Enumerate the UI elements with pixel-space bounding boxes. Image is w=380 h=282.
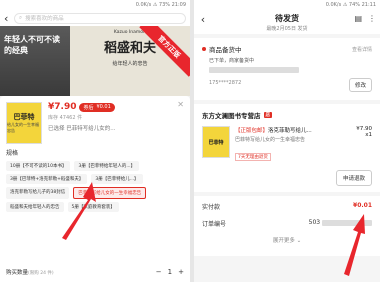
- search-placeholder: 搜索喜欢的商品: [25, 16, 64, 22]
- clipboard-icon[interactable]: ▤: [354, 14, 362, 23]
- pay-value: ¥0.01: [353, 202, 372, 209]
- item-sub: 巴菲特写给儿女的一生幸福忠告: [235, 137, 306, 143]
- quantity-stepper: − 1 +: [156, 268, 184, 276]
- right-screen: 0.0K/s ⚠ 74% 21:11 ‹ 待发货 最晚2月05日 发货 ▤ ⋮ …: [194, 0, 380, 282]
- qty-label: 购买数量: [6, 270, 29, 276]
- status-bar: 0.0K/s ⚠ 73% 21:09: [0, 0, 190, 10]
- order-subtitle: 最晚2月05日 发货: [266, 26, 308, 32]
- left-screen: 0.0K/s ⚠ 73% 21:09 ‹ ⌕ 搜索喜欢的商品 年轻人不可不读的经…: [0, 0, 190, 282]
- back-icon[interactable]: ‹: [198, 13, 208, 26]
- status-card: 商品备货中 查看详情 已下单，商家备货中 175****2872 修改: [194, 38, 380, 100]
- back-icon[interactable]: ‹: [4, 12, 14, 25]
- spec-option[interactable]: 洛克菲勒写给儿子的38封信: [6, 187, 70, 199]
- order-item[interactable]: 巴菲特 【正版包邮】洛克菲勒写给儿... 巴菲特写给儿女的一生幸福忠告 7天无理…: [202, 126, 372, 162]
- address-blurred: [202, 67, 372, 74]
- thumb-title: 巴菲特: [13, 113, 35, 121]
- spec-option[interactable]: 稻盛和夫给年轻人的忠告: [6, 202, 64, 212]
- store-tag: 店: [263, 112, 272, 118]
- badge-value: ¥0.01: [96, 104, 111, 110]
- item-thumb: 巴菲特: [202, 126, 230, 158]
- minus-button[interactable]: −: [156, 268, 162, 276]
- banner-left-text: 年轻人不可不读的经典: [0, 26, 70, 96]
- stock-text: 库存 47462 件: [48, 115, 83, 121]
- banner-subtitle: 给年轻人的忠告: [112, 61, 148, 67]
- expand-more-label: 展开更多: [272, 238, 295, 244]
- status-line: 已下单，商家备货中: [209, 58, 255, 64]
- close-icon[interactable]: ✕: [177, 100, 184, 109]
- qty-hint: (限购 24 件): [28, 271, 54, 276]
- order-value-wrap: 503: [309, 219, 372, 228]
- product-banner: 年轻人不可不读的经典 Kazuo Inamori 稻盛和夫 给年轻人的忠告 官方…: [0, 26, 190, 96]
- modify-button[interactable]: 修改: [348, 78, 372, 92]
- refund-button[interactable]: 申请退款: [335, 170, 372, 186]
- phone-number: 175****2872: [209, 79, 242, 86]
- spec-options: 10册【不可不读的10本书】 3册【巴菲特给年轻人的...】 3册【巴菲特+洛克菲勒…: [0, 157, 190, 216]
- sku-product: 巴菲特 给儿女的一生幸福忠告 ¥7.90 券后 ¥0.01 库存 47462 件…: [0, 96, 190, 146]
- item-qty: x1: [365, 132, 372, 138]
- coupon-badge: 券后 ¥0.01: [79, 102, 115, 112]
- order-label: 订单编号: [202, 221, 227, 228]
- order-title: 待发货: [275, 14, 299, 23]
- store-card: 东方文澜图书专营店 店 巴菲特 【正版包邮】洛克菲勒写给儿... 巴菲特写给儿女…: [194, 104, 380, 192]
- order-header: ‹ 待发货 最晚2月05日 发货 ▤ ⋮: [194, 10, 380, 34]
- spec-option[interactable]: 3册【巴菲特给儿...】: [91, 174, 143, 184]
- return-tag: 7天无理由退货: [235, 153, 271, 161]
- search-input[interactable]: ⌕ 搜索喜欢的商品: [14, 12, 186, 24]
- order-value: 503: [308, 219, 321, 226]
- item-name-line: 【正版包邮】洛克菲勒写给儿...: [235, 126, 356, 134]
- spec-option[interactable]: 巴菲特写给儿女的一生幸福忠告: [73, 187, 147, 199]
- more-icon[interactable]: ⋮: [368, 14, 376, 23]
- price: ¥7.90: [48, 102, 77, 112]
- expand-more[interactable]: 展开更多 ⌄: [202, 236, 372, 244]
- pay-label: 实付款: [202, 204, 221, 211]
- plus-button[interactable]: +: [178, 268, 184, 276]
- status-title: 商品备货中: [209, 46, 242, 54]
- banner-en: Kazuo Inamori: [113, 30, 147, 35]
- status-dot-icon: [202, 47, 206, 51]
- qty-value[interactable]: 1: [168, 268, 172, 276]
- thumb-sub: 给儿女的一生幸福忠告: [7, 122, 39, 133]
- spec-option[interactable]: 3册【巴菲特给年轻人的...】: [74, 161, 140, 171]
- store-name: 东方文澜图书专营店: [202, 112, 261, 120]
- price-line: ¥7.90 券后 ¥0.01: [48, 102, 184, 112]
- view-detail-link[interactable]: 查看详情: [352, 46, 372, 53]
- selected-text: 已选择 巴菲特写给儿女的...: [48, 126, 116, 132]
- sku-sheet: ✕ 巴菲特 给儿女的一生幸福忠告 ¥7.90 券后 ¥0.01 库存 47462…: [0, 96, 190, 282]
- item-name: 洛克菲勒写给儿...: [268, 128, 312, 134]
- spec-label: 规格: [6, 150, 19, 157]
- search-row: ‹ ⌕ 搜索喜欢的商品: [0, 10, 190, 26]
- status-title-wrap: 商品备货中: [202, 44, 242, 54]
- spec-option[interactable]: 5册【家庭教育套装】: [67, 202, 119, 212]
- item-tag: 【正版包邮】: [235, 128, 269, 134]
- store-name-row[interactable]: 东方文澜图书专营店 店: [202, 110, 372, 120]
- header-icons: ▤ ⋮: [354, 14, 376, 23]
- spec-option[interactable]: 10册【不可不读的10本书】: [6, 161, 71, 171]
- product-info: ¥7.90 券后 ¥0.01 库存 47462 件 已选择 巴菲特写给儿女的..…: [42, 102, 184, 140]
- search-icon: ⌕: [19, 14, 23, 21]
- spec-option[interactable]: 3册【巴菲特+洛克菲勒+稻盛和夫】: [6, 174, 88, 184]
- status-bar: 0.0K/s ⚠ 74% 21:11: [194, 0, 380, 10]
- product-thumb: 巴菲特 给儿女的一生幸福忠告: [6, 102, 42, 144]
- badge-label: 券后: [83, 104, 94, 111]
- banner-book-cover: Kazuo Inamori 稻盛和夫 给年轻人的忠告: [70, 26, 190, 96]
- qty-row: 购买数量(限购 24 件) − 1 +: [6, 268, 184, 276]
- payment-card: 实付款 ¥0.01 订单编号 503 展开更多 ⌄: [194, 196, 380, 256]
- chevron-down-icon: ⌄: [296, 238, 302, 244]
